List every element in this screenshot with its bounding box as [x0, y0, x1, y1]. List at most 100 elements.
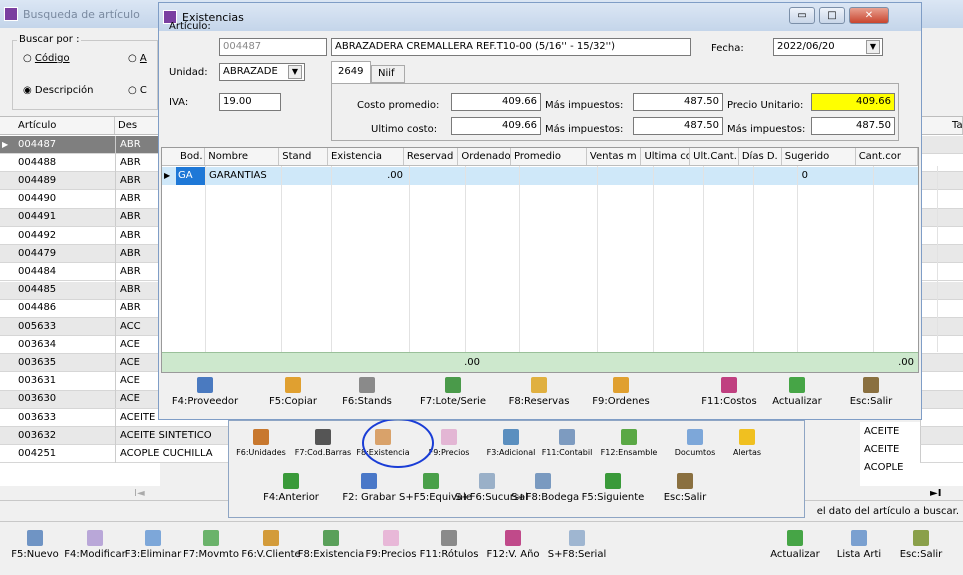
- v-a-o-button[interactable]: F12:V. Año: [478, 530, 548, 560]
- table-row[interactable]: 004489 ABR: [0, 171, 160, 191]
- table-row[interactable]: 003634 ACE: [0, 335, 160, 355]
- costo-promedio-field[interactable]: 409.66: [451, 93, 541, 111]
- table-row[interactable]: 004490 ABR: [0, 190, 160, 209]
- cell-nombre[interactable]: GARANTIAS: [206, 167, 280, 185]
- radio-c[interactable]: ○ C: [128, 85, 147, 96]
- serial-button[interactable]: S+F8:Serial: [542, 530, 612, 560]
- documtos-button[interactable]: Documtos: [665, 429, 725, 457]
- col-header[interactable]: Ordenado: [458, 148, 511, 165]
- lote-serie-button[interactable]: F7:Lote/Serie: [413, 377, 493, 407]
- lista-arti-button[interactable]: Lista Arti: [824, 530, 894, 560]
- table-row[interactable]: ▶ 004487 ABR: [0, 135, 160, 154]
- fecha-field[interactable]: 2022/06/20 ▼: [773, 38, 883, 56]
- bodega-button[interactable]: S+F8:Bodega: [511, 473, 579, 503]
- equivale-button[interactable]: S+F5:Equivale: [399, 473, 472, 503]
- iva-field[interactable]: 19.00: [219, 93, 281, 111]
- radio-descripcion[interactable]: ◉ Descripción: [23, 85, 93, 96]
- col-header[interactable]: Nombre: [205, 148, 280, 165]
- ultimo-costo-field[interactable]: 409.66: [451, 117, 541, 135]
- existencias-window: Existencias ▭ □ ✕ Artículo: 004487 ABRAZ…: [158, 2, 938, 420]
- cod-barras-button[interactable]: F7:Cod.Barras: [293, 429, 353, 457]
- table-row[interactable]: 004492 ABR: [0, 226, 160, 245]
- ensamble-button[interactable]: F12:Ensamble: [599, 429, 659, 457]
- cell-stand[interactable]: [280, 167, 330, 185]
- col-header[interactable]: Promedio: [511, 148, 587, 165]
- table-row[interactable]: 003635 ACE: [0, 353, 160, 373]
- col-header[interactable]: Reservad: [404, 148, 459, 165]
- nav-first-button[interactable]: I◄: [134, 488, 145, 499]
- articulo-field[interactable]: 004487: [219, 38, 327, 56]
- col-header[interactable]: Cant.cor: [856, 148, 918, 165]
- anterior-button[interactable]: F4:Anterior: [259, 473, 323, 503]
- table-row[interactable]: 003630 ACE: [0, 390, 160, 409]
- results-grid: Artículo Des ▶ 004487 ABR 004488 ABR 004489 AB…: [0, 116, 230, 486]
- col-header[interactable]: Stand: [279, 148, 328, 165]
- stock-grid-header: Bod. Nombre Stand Existencia Reservad Ordenad…: [162, 148, 918, 166]
- adicional-button[interactable]: F3:Adicional: [481, 429, 541, 457]
- col-ta[interactable]: Ta: [920, 117, 963, 134]
- description-field[interactable]: ABRAZADERA CREMALLERA REF.T10-00 (5/16''…: [331, 38, 691, 56]
- grabar-button[interactable]: F2: Grabar: [337, 473, 401, 503]
- col-header[interactable]: Bod.: [162, 148, 206, 165]
- stock-totals-row: .00 .00: [162, 352, 918, 372]
- cell-bod[interactable]: GA: [176, 167, 206, 185]
- contabil-button[interactable]: F11:Contabil: [537, 429, 597, 457]
- precio-unitario-field[interactable]: 409.66: [811, 93, 895, 111]
- minimize-button[interactable]: ▭: [789, 7, 815, 24]
- alertas-button[interactable]: Alertas: [717, 429, 777, 457]
- col-header[interactable]: Sugerido: [782, 148, 856, 165]
- col-header[interactable]: Ventas m: [587, 148, 642, 165]
- search-by-group: Buscar por : ○ Código ○ A ◉ Descripción …: [12, 34, 158, 110]
- col-header[interactable]: Existencia: [328, 148, 404, 165]
- siguiente-button[interactable]: F5:Siguiente: [581, 473, 645, 503]
- col-header[interactable]: Ultima co: [641, 148, 691, 165]
- table-row[interactable]: 004491 ABR: [0, 208, 160, 227]
- salir-button[interactable]: Esc:Salir: [653, 473, 717, 503]
- col-header[interactable]: Días D.: [739, 148, 782, 165]
- ultimo-costo-imp-field[interactable]: 487.50: [633, 117, 723, 135]
- table-row[interactable]: 004486 ABR: [0, 299, 160, 318]
- radio-a[interactable]: ○ A: [128, 53, 147, 64]
- unidad-select[interactable]: ABRAZADE ▼: [219, 63, 305, 81]
- col-articulo[interactable]: Artículo: [0, 117, 115, 134]
- table-row[interactable]: 003631 ACE: [0, 372, 160, 391]
- table-row[interactable]: 005633 ACC: [0, 317, 160, 336]
- maximize-button[interactable]: □: [819, 7, 845, 24]
- cell-code: 004251: [18, 447, 57, 459]
- table-row[interactable]: 004485 ABR: [0, 281, 160, 300]
- cell-dias[interactable]: 0: [770, 167, 812, 185]
- actualizar-button[interactable]: Actualizar: [757, 377, 837, 407]
- table-row[interactable]: 003632 ACEITE SINTETICO: [0, 426, 230, 446]
- precio-imp-field[interactable]: 487.50: [811, 117, 895, 135]
- actualizar-button[interactable]: Actualizar: [760, 530, 830, 560]
- col-des[interactable]: Des: [115, 117, 160, 134]
- salir-button[interactable]: Esc:Salir: [886, 530, 956, 560]
- reservas-button[interactable]: F8:Reservas: [499, 377, 579, 407]
- table-row[interactable]: 004479 ABR: [0, 244, 160, 264]
- table-row[interactable]: 004484 ABR: [0, 262, 160, 282]
- table-row[interactable]: 004488 ABR: [0, 153, 160, 173]
- r-tulos-button[interactable]: F11:Rótulos: [414, 530, 484, 560]
- close-button[interactable]: ✕: [849, 7, 889, 24]
- radio-codigo[interactable]: ○ Código: [23, 53, 70, 64]
- stands-button[interactable]: F6:Stands: [327, 377, 407, 407]
- ordenes-button[interactable]: F9:Ordenes: [581, 377, 661, 407]
- copiar-button[interactable]: F5:Copiar: [253, 377, 333, 407]
- sucursal-button[interactable]: S+F6:Sucursal: [455, 473, 528, 503]
- table-row-right: [920, 409, 963, 427]
- table-row[interactable]: 004251 ACOPLE CUCHILLA: [0, 444, 230, 464]
- costo-promedio-imp-field[interactable]: 487.50: [633, 93, 723, 111]
- col-header[interactable]: Ult.Cant.: [690, 148, 739, 165]
- action-icon: [197, 377, 213, 393]
- proveedor-button[interactable]: F4:Proveedor: [165, 377, 245, 407]
- fecha-dropdown-icon[interactable]: ▼: [866, 40, 880, 54]
- tab-2649[interactable]: 2649: [331, 61, 371, 83]
- unidades-button[interactable]: F6:Unidades: [231, 429, 291, 457]
- cell-existencia[interactable]: .00: [330, 167, 407, 185]
- action-icon: [145, 530, 161, 546]
- tab-niif[interactable]: Niif: [371, 65, 405, 83]
- unidad-dropdown-icon[interactable]: ▼: [288, 65, 302, 79]
- nav-last-button[interactable]: ►I: [930, 488, 941, 499]
- stock-row[interactable]: ▶ GA GARANTIAS .00 0: [162, 167, 918, 185]
- salir-button[interactable]: Esc:Salir: [831, 377, 911, 407]
